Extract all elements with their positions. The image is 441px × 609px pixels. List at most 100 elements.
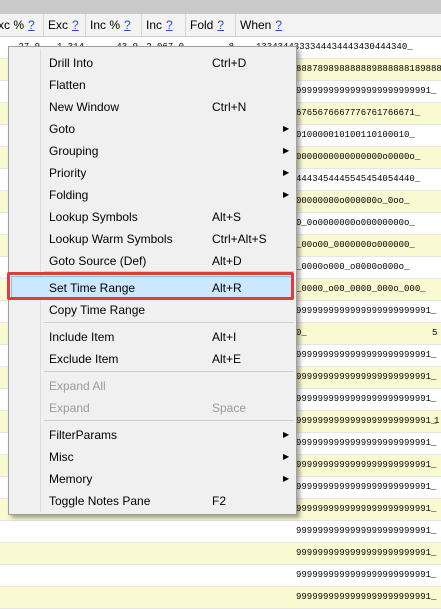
- help-link[interactable]: ?: [217, 18, 224, 32]
- cell-when: 9999999999999999999999991_: [296, 438, 437, 448]
- menu-item-expand-all: Expand All: [11, 375, 294, 397]
- cell-when: 9999999999999999999999991_: [296, 372, 437, 382]
- menu-item-priority[interactable]: Priority ▶: [11, 162, 294, 184]
- cell-when: 9999999999999999999999991_: [296, 570, 437, 580]
- cell-when: _0000_o00_0000_000o_000_: [296, 284, 426, 294]
- cell-when: 8887898988888898888881898881_: [296, 64, 441, 74]
- menu-item-label: Copy Time Range: [49, 303, 146, 317]
- col-inc[interactable]: Inc?: [142, 14, 186, 36]
- menu-item-shortcut: Alt+D: [212, 254, 242, 268]
- col-exc[interactable]: Exc?: [44, 14, 86, 36]
- cell-when: 9999999999999999999999991_: [296, 350, 437, 360]
- table-row[interactable]: 9999999999999999999999991_: [0, 587, 441, 609]
- menu-separator: [44, 420, 294, 421]
- col-fold[interactable]: Fold?: [186, 14, 236, 36]
- menu-item-label: Expand: [49, 401, 90, 415]
- cell-when: 9999999999999999999999991_: [296, 526, 437, 536]
- menu-item-label: Goto: [49, 122, 76, 136]
- menu-item-shortcut: Ctrl+Alt+S: [212, 232, 267, 246]
- cell-when: 010000010100110100010_: [296, 130, 415, 140]
- table-row[interactable]: 9999999999999999999999991_: [0, 521, 441, 543]
- help-link[interactable]: ?: [72, 18, 79, 32]
- table-row[interactable]: 9999999999999999999999991_: [0, 565, 441, 587]
- submenu-arrow-icon: ▶: [283, 168, 290, 177]
- menu-item-label: New Window: [49, 100, 120, 114]
- menu-item-shortcut: F2: [212, 494, 227, 508]
- menu-item-label: Folding: [49, 188, 89, 202]
- cell-when: 9999999999999999999999991_: [296, 306, 437, 316]
- col-label: When: [240, 18, 272, 32]
- cell-when: 9999999999999999999999991_: [296, 482, 437, 492]
- cell-edge-mark: 1: [434, 416, 440, 426]
- col-exc-pct[interactable]: Exc %?: [0, 14, 44, 36]
- menu-separator: [44, 322, 294, 323]
- menu-item-label: Grouping: [49, 144, 99, 158]
- window-top-strip: [0, 0, 441, 14]
- col-label: Inc %: [90, 18, 121, 32]
- table-row[interactable]: 9999999999999999999999991_: [0, 543, 441, 565]
- menu-item-label: Flatten: [49, 78, 86, 92]
- menu-item-label: Misc: [49, 450, 74, 464]
- submenu-arrow-icon: ▶: [283, 430, 290, 439]
- cell-when: 9999999999999999999999991_: [296, 394, 437, 404]
- menu-item-shortcut: Ctrl+D: [212, 56, 247, 70]
- submenu-arrow-icon: ▶: [283, 124, 290, 133]
- help-link[interactable]: ?: [275, 18, 282, 32]
- menu-item-goto-source-def[interactable]: Goto Source (Def) Alt+D: [11, 250, 294, 272]
- cell-when: 9999999999999999999999991_: [296, 592, 437, 602]
- menu-item-new-window[interactable]: New Window Ctrl+N: [11, 96, 294, 118]
- submenu-arrow-icon: ▶: [283, 452, 290, 461]
- submenu-arrow-icon: ▶: [283, 190, 290, 199]
- col-label: Inc: [146, 18, 163, 32]
- menu-item-toggle-notes-pane[interactable]: Toggle Notes Pane F2: [11, 490, 294, 512]
- cell-when: 6765676667776761766671_: [296, 108, 421, 118]
- menu-item-shortcut: Alt+E: [212, 352, 242, 366]
- menu-item-grouping[interactable]: Grouping ▶: [11, 140, 294, 162]
- menu-item-copy-time-range[interactable]: Copy Time Range: [11, 299, 294, 321]
- menu-item-exclude-item[interactable]: Exclude Item Alt+E: [11, 348, 294, 370]
- menu-item-shortcut: Space: [212, 401, 247, 415]
- menu-item-shortcut: Alt+I: [212, 330, 237, 344]
- menu-item-label: Lookup Warm Symbols: [49, 232, 173, 246]
- cell-when: 9999999999999999999999991_: [296, 504, 437, 514]
- menu-item-filterparams[interactable]: FilterParams ▶: [11, 424, 294, 446]
- menu-item-expand: Expand Space: [11, 397, 294, 419]
- menu-item-lookup-warm-symbols[interactable]: Lookup Warm Symbols Ctrl+Alt+S: [11, 228, 294, 250]
- submenu-arrow-icon: ▶: [283, 474, 290, 483]
- menu-item-memory[interactable]: Memory ▶: [11, 468, 294, 490]
- help-link[interactable]: ?: [166, 18, 173, 32]
- menu-separator: [44, 371, 294, 372]
- cell-when: _0000o000_o0000o000o_: [296, 262, 410, 272]
- help-link[interactable]: ?: [28, 18, 35, 32]
- menu-item-lookup-symbols[interactable]: Lookup Symbols Alt+S: [11, 206, 294, 228]
- cell-when: 00000000o000000o_0oo_: [296, 196, 410, 206]
- cell-when: 9999999999999999999999991_: [296, 548, 437, 558]
- cell-when: 4443454445545454054440_: [296, 174, 421, 184]
- cell-when: 9999999999999999999999991_: [296, 416, 437, 426]
- menu-item-goto[interactable]: Goto ▶: [11, 118, 294, 140]
- menu-item-label: Exclude Item: [49, 352, 119, 366]
- cell-when: 0_: [296, 328, 307, 338]
- menu-item-label: Priority: [49, 166, 87, 180]
- menu-item-include-item[interactable]: Include Item Alt+I: [11, 326, 294, 348]
- cell-when: 9999999999999999999999991_: [296, 86, 437, 96]
- annotation-highlight-box: [7, 272, 294, 300]
- help-link[interactable]: ?: [124, 18, 131, 32]
- menu-item-label: Lookup Symbols: [49, 210, 138, 224]
- col-label: Exc: [48, 18, 69, 32]
- submenu-arrow-icon: ▶: [283, 146, 290, 155]
- menu-item-label: Toggle Notes Pane: [49, 494, 151, 508]
- col-label: Fold: [190, 18, 214, 32]
- cell-when: 0_0o0000000o00000000o_: [296, 218, 415, 228]
- menu-item-label: Drill Into: [49, 56, 94, 70]
- menu-item-flatten[interactable]: Flatten: [11, 74, 294, 96]
- menu-item-shortcut: Ctrl+N: [212, 100, 247, 114]
- menu-item-misc[interactable]: Misc ▶: [11, 446, 294, 468]
- col-inc-pct[interactable]: Inc %?: [86, 14, 142, 36]
- cell-when: 9999999999999999999999991_: [296, 460, 437, 470]
- menu-item-folding[interactable]: Folding ▶: [11, 184, 294, 206]
- menu-item-label: Memory: [49, 472, 93, 486]
- cell-edge-mark: 5: [432, 328, 438, 338]
- menu-item-drill-into[interactable]: Drill Into Ctrl+D: [11, 52, 294, 74]
- col-when[interactable]: When?: [236, 14, 441, 36]
